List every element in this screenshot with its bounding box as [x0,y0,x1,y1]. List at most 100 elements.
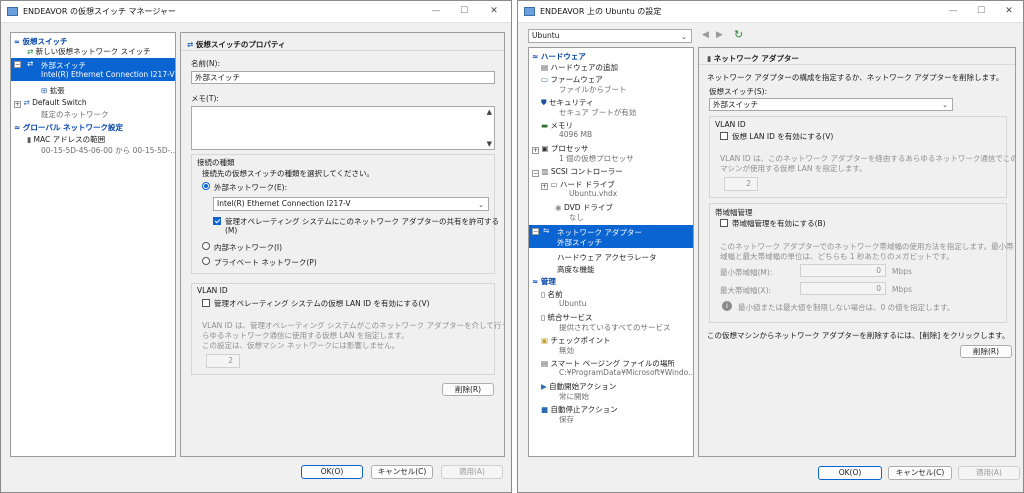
bandwidth-enable-label: 帯域幅管理を有効にする(B) [732,219,826,228]
add-hardware-item[interactable]: ▤ ハードウェアの追加 [541,62,618,73]
name-input[interactable]: 外部スイッチ [191,71,495,84]
close-button[interactable]: ✕ [998,4,1020,19]
paging-sub: C:¥ProgramData¥Microsoft¥Windo... [559,368,694,377]
window-title: ENDEAVOR 上の Ubuntu の設定 [540,7,662,16]
collapse-toggle[interactable]: − [14,61,21,68]
checkpoint-item[interactable]: ▣ チェックポイント [541,335,610,346]
advanced-features-item[interactable]: 高度な機能 [557,264,595,275]
app-icon [7,7,18,16]
memo-textarea[interactable]: ▲ ▼ [191,106,495,150]
vlan-id-input[interactable]: 2 [724,177,758,191]
auto-stop-sub: 保存 [559,415,574,424]
cancel-button[interactable]: キャンセル(C) [888,466,952,480]
name-label: 名前(N): [191,59,220,68]
collapse-icon: ≈ [14,123,21,132]
window-title: ENDEAVOR の仮想スイッチ マネージャー [23,7,176,16]
vlan-enable-checkbox[interactable] [720,132,728,140]
expand-toggle[interactable]: + [541,183,548,190]
cancel-button[interactable]: キャンセル(C) [371,465,433,479]
mac-range-sub: 00-15-5D-45-06-00 から 00-15-5D-... [41,146,176,155]
connection-type-desc: 接続先の仮想スイッチの種類を選択してください。 [202,169,375,178]
scsi-icon: ▥ [541,167,549,176]
back-icon[interactable]: ◀ [702,30,709,40]
switch-icon: ⇄ [23,98,30,107]
min-bandwidth-unit: Mbps [892,267,912,276]
remove-button[interactable]: 削除(R) [960,345,1012,358]
virtual-switch-select[interactable]: 外部スイッチ ⌄ [709,98,953,111]
security-sub: セキュア ブートが有効 [559,108,637,117]
bandwidth-enable-checkbox[interactable] [720,219,728,227]
add-hardware-icon: ▤ [541,63,549,72]
maximize-button[interactable]: ☐ [453,4,475,19]
scsi-item[interactable]: − ▥ SCSI コントローラー [532,166,623,177]
maximize-button[interactable]: ☐ [970,4,992,19]
switch-icon: ⇄ [27,59,34,68]
vlan-desc-2: マシンが使用する仮想 LAN を指定します。 [720,164,867,173]
memory-sub: 4096 MB [559,130,593,139]
vm-select[interactable]: Ubuntu ⌄ [528,29,692,43]
title-bar: ENDEAVOR 上の Ubuntu の設定 — ☐ ✕ [518,1,1023,23]
bandwidth-group: 帯域幅管理 帯域幅管理を有効にする(B) このネットワーク アダプターでのネット… [709,203,1014,323]
apply-button[interactable]: 適用(A) [441,465,503,479]
name-sub: Ubuntu [559,299,587,308]
network-adapter-desc: ネットワーク アダプターの構成を指定するか、ネットワーク アダプターを削除します… [707,73,1004,82]
dvd-icon: ◉ [555,203,562,212]
expand-toggle[interactable]: + [532,147,539,154]
memo-label: メモ(T): [191,94,219,103]
forward-icon[interactable]: ▶ [716,30,723,40]
vlan-enable-checkbox[interactable] [202,299,210,307]
vm-settings-window: ENDEAVOR 上の Ubuntu の設定 — ☐ ✕ Ubuntu ⌄ ◀ … [517,0,1024,493]
firmware-sub: ファイルからブート [559,85,627,94]
chevron-down-icon: ⌄ [942,101,948,109]
internal-network-radio[interactable] [202,242,210,250]
vlan-group: VLAN ID 管理オペレーティング システムの仮想 LAN ID を有効にする… [191,283,504,375]
refresh-icon[interactable]: ↻ [734,28,743,41]
remove-button[interactable]: 削除(R) [442,383,494,396]
min-bandwidth-input[interactable]: 0 [800,264,886,277]
collapse-toggle[interactable]: − [532,228,539,235]
vlan-enable-label: 管理オペレーティング システムの仮想 LAN ID を有効にする(V) [214,299,430,308]
disk-icon: ▭ [550,180,558,189]
ok-button[interactable]: OK(O) [818,466,882,480]
adapter-select[interactable]: Intel(R) Ethernet Connection I217-V ⌄ [213,197,489,211]
virtual-switch-label: 仮想スイッチ(S): [709,87,768,96]
paging-icon: ▤ [541,359,549,368]
chevron-down-icon: ⌄ [478,201,484,209]
vlan-enable-label: 仮想 LAN ID を有効にする(V) [732,132,834,141]
hw-accel-item[interactable]: ハードウェア アクセラレータ [557,252,657,263]
minimize-button[interactable]: — [942,4,964,19]
max-bandwidth-input[interactable]: 0 [800,282,886,295]
tree-item-external-switch[interactable]: − ⇄ 外部スイッチ Intel(R) Ethernet Connection … [11,58,175,81]
close-button[interactable]: ✕ [483,4,505,19]
vlan-desc-3: この設定は、仮想マシン ネットワークには影響しません。 [202,341,400,350]
mac-range-item[interactable]: ▮ MAC アドレスの範囲 [27,134,105,145]
scroll-down-icon[interactable]: ▼ [487,140,492,148]
bandwidth-title: 帯域幅管理 [715,208,753,217]
collapse-toggle[interactable]: − [532,170,539,177]
section-management[interactable]: ≈ 管理 [532,276,556,287]
extension-item[interactable]: ⊞ 拡張 [41,85,65,96]
hard-drive-sub: Ubuntu.vhdx [569,189,618,198]
collapse-icon: ≈ [14,38,20,46]
vlan-title: VLAN ID [197,286,228,295]
connection-type-group: 接続の種類 接続先の仮想スイッチの種類を選択してください。 外部ネットワーク(E… [191,154,499,274]
tree-item-default-switch[interactable]: + ⇄ Default Switch [14,98,87,108]
scroll-up-icon[interactable]: ▲ [487,108,492,116]
expand-toggle[interactable]: + [14,101,21,108]
ok-button[interactable]: OK(O) [301,465,363,479]
memory-icon: ▬ [541,121,549,130]
tree-item-network-adapter[interactable]: − ⇋ ネットワーク アダプター 外部スイッチ [529,225,693,248]
auto-stop-item[interactable]: ■ 自動停止アクション [541,404,618,415]
allow-share-checkbox[interactable] [213,217,221,225]
divider [181,50,504,51]
minimize-button[interactable]: — [425,4,447,19]
private-network-radio[interactable] [202,257,210,265]
section-global-network[interactable]: ≈ グローバル ネットワーク設定 [14,122,123,133]
external-network-radio[interactable] [202,182,210,190]
vlan-id-input[interactable]: 2 [206,354,240,368]
properties-heading: ⇄ 仮想スイッチのプロパティ [187,40,286,49]
apply-button[interactable]: 適用(A) [958,466,1020,480]
new-switch-item[interactable]: ⇄ 新しい仮想ネットワーク スイッチ [27,46,151,57]
section-hardware[interactable]: ≈ ハードウェア [532,51,586,62]
internal-network-label: 内部ネットワーク(I) [214,243,283,252]
